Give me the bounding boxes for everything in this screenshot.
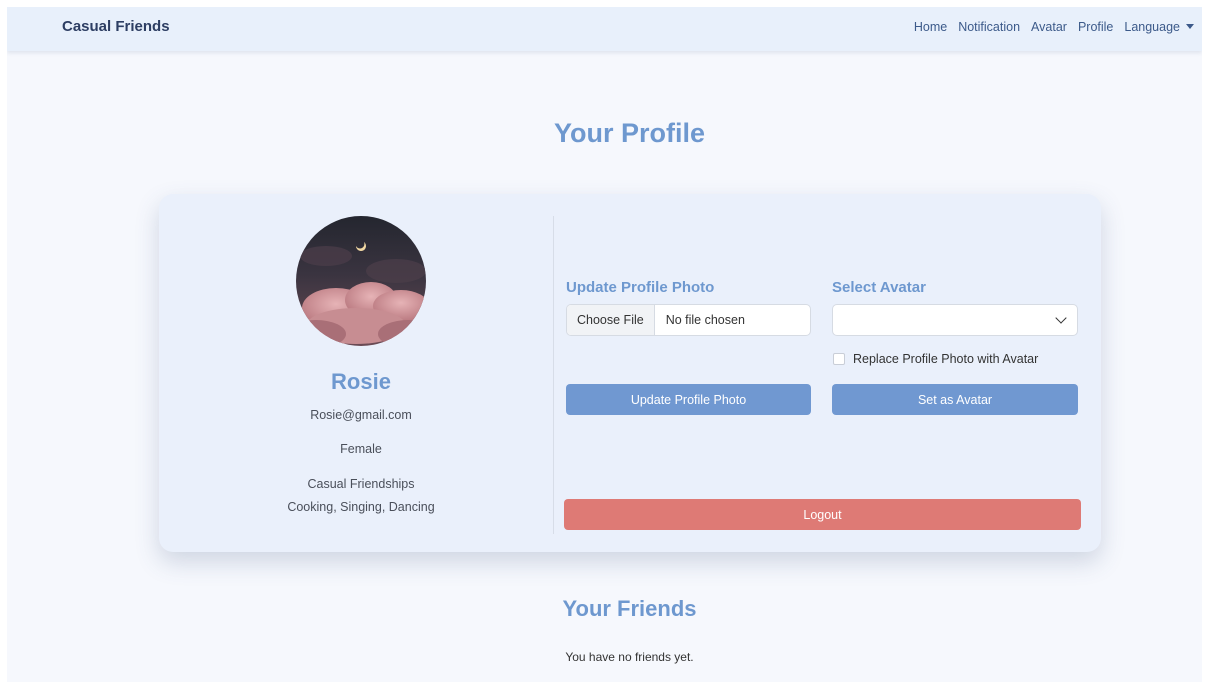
profile-photo-image bbox=[296, 216, 426, 346]
page-title: Your Profile bbox=[553, 118, 706, 148]
update-photo-label: Update Profile Photo bbox=[566, 279, 715, 296]
nav-links: Home Notification Avatar Profile Languag… bbox=[914, 20, 1194, 34]
avatar-select[interactable] bbox=[832, 304, 1078, 336]
user-looking-for: Casual Friendships bbox=[307, 477, 415, 491]
profile-photo bbox=[296, 216, 426, 346]
nav-language-label: Language bbox=[1124, 20, 1180, 34]
caret-down-icon bbox=[1186, 24, 1194, 29]
user-gender: Female bbox=[340, 442, 382, 456]
navbar: Casual Friends Home Notification Avatar … bbox=[7, 7, 1202, 51]
replace-photo-option[interactable]: Replace Profile Photo with Avatar bbox=[833, 352, 1038, 366]
replace-photo-checkbox-label: Replace Profile Photo with Avatar bbox=[853, 352, 1039, 366]
profile-card: Rosie Rosie@gmail.com Female Casual Frie… bbox=[159, 194, 1101, 552]
replace-photo-checkbox[interactable] bbox=[833, 353, 845, 365]
choose-file-button[interactable]: Choose File bbox=[567, 305, 655, 335]
user-name: Rosie bbox=[331, 369, 391, 394]
friends-title: Your Friends bbox=[562, 596, 697, 621]
profile-photo-file-input[interactable]: Choose File No file chosen bbox=[566, 304, 811, 336]
user-email: Rosie@gmail.com bbox=[310, 408, 412, 422]
set-avatar-button[interactable]: Set as Avatar bbox=[832, 384, 1078, 415]
nav-avatar[interactable]: Avatar bbox=[1031, 20, 1067, 34]
card-divider bbox=[553, 216, 554, 534]
brand-link[interactable]: Casual Friends bbox=[62, 18, 170, 35]
nav-home[interactable]: Home bbox=[914, 20, 947, 34]
friends-empty-message: You have no friends yet. bbox=[565, 650, 694, 664]
select-avatar-label: Select Avatar bbox=[832, 279, 926, 296]
page: Casual Friends Home Notification Avatar … bbox=[7, 7, 1202, 682]
user-interests: Cooking, Singing, Dancing bbox=[287, 500, 435, 514]
nav-profile[interactable]: Profile bbox=[1078, 20, 1113, 34]
nav-language-dropdown[interactable]: Language bbox=[1124, 20, 1194, 34]
nav-notification[interactable]: Notification bbox=[958, 20, 1020, 34]
chevron-down-icon bbox=[1055, 312, 1067, 324]
file-status: No file chosen bbox=[665, 313, 745, 327]
update-photo-button[interactable]: Update Profile Photo bbox=[566, 384, 811, 415]
logout-button[interactable]: Logout bbox=[564, 499, 1081, 530]
